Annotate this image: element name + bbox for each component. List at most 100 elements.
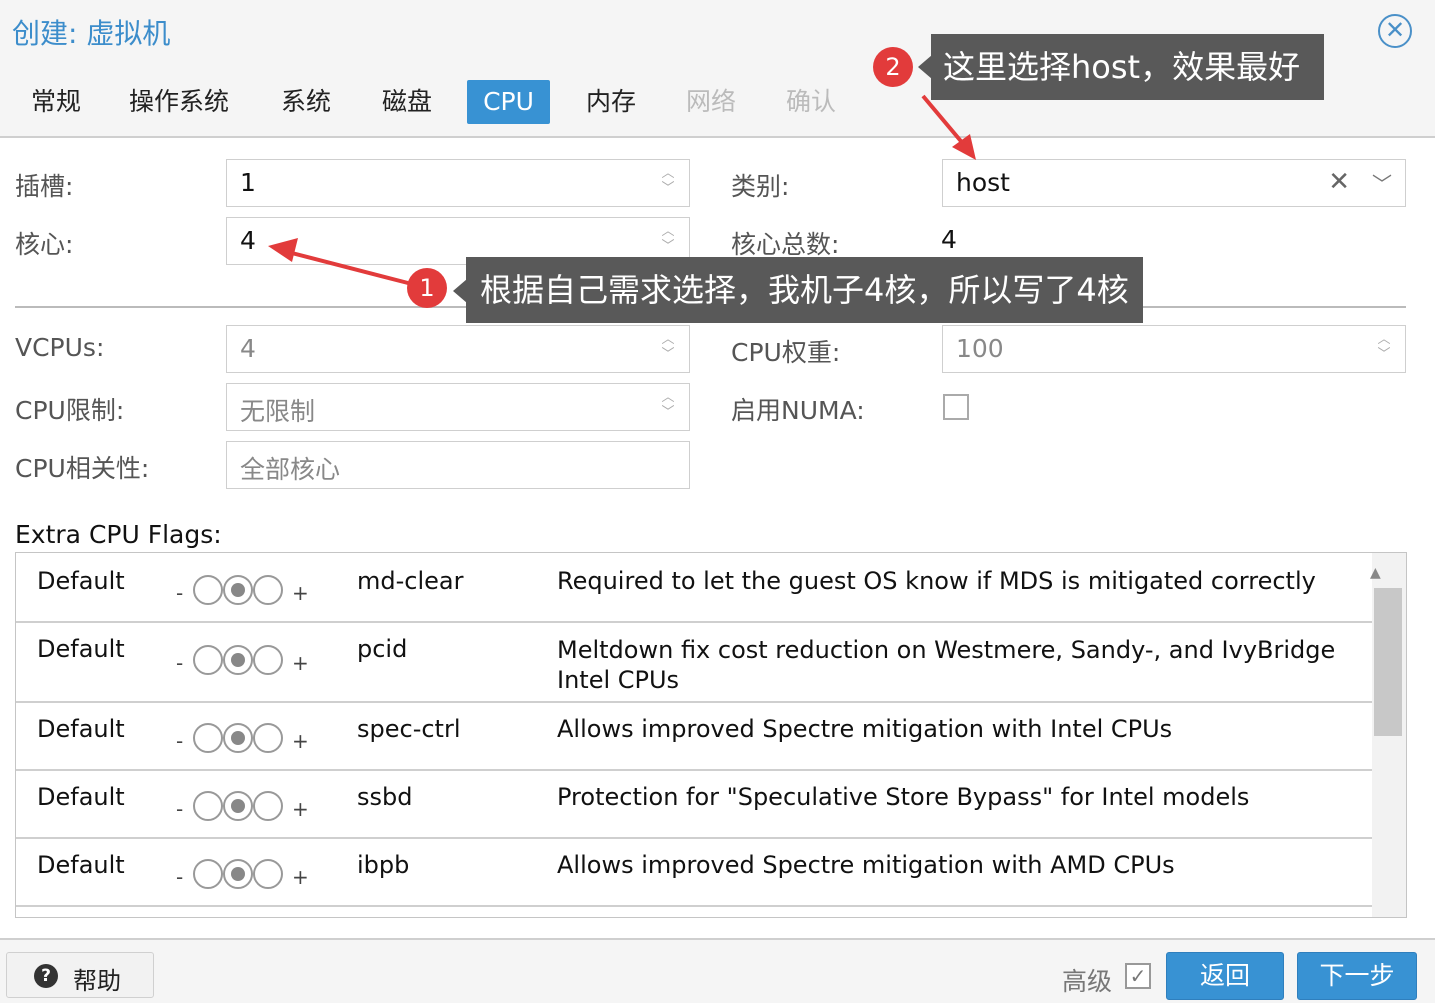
cpu-units-value: 100 <box>956 334 1004 363</box>
cpu-affinity-field[interactable]: 全部核心 <box>226 441 690 489</box>
radio-default[interactable] <box>223 645 253 675</box>
spinner-icon[interactable]: ︿ ﹀ <box>659 332 677 366</box>
plus-sign: + <box>292 651 309 675</box>
sockets-label: 插槽: <box>15 172 74 201</box>
flag-description: Protection for "Speculative Store Bypass… <box>557 783 1250 811</box>
tab-memory[interactable]: 内存 <box>572 80 650 124</box>
tab-cpu[interactable]: CPU <box>467 80 550 124</box>
radio-default[interactable] <box>223 859 253 889</box>
help-button[interactable]: ? 帮助 <box>6 952 154 998</box>
radio-off[interactable] <box>193 645 223 675</box>
table-row: Default - + md-clear Required to let the… <box>16 553 1372 623</box>
flag-name: pcid <box>357 635 408 663</box>
radio-on[interactable] <box>253 791 283 821</box>
table-row: Default - + ssbd Protection for "Specula… <box>16 771 1372 839</box>
flag-state: Default <box>37 715 125 743</box>
tab-system[interactable]: 系统 <box>267 80 345 124</box>
flag-name: md-clear <box>357 567 464 595</box>
chevron-down-icon[interactable]: ﹀ <box>1372 168 1392 197</box>
minus-sign: - <box>176 651 184 675</box>
flag-state: Default <box>37 567 125 595</box>
tristate-toggle[interactable]: - + <box>176 791 309 825</box>
spinner-icon[interactable]: ︿ ﹀ <box>659 224 677 258</box>
sockets-field[interactable]: 1 ︿ ﹀ <box>226 159 690 207</box>
cpu-units-field[interactable]: 100 ︿ ﹀ <box>942 325 1406 373</box>
tab-os[interactable]: 操作系统 <box>115 80 243 124</box>
spinner-icon[interactable]: ︿ ﹀ <box>659 166 677 200</box>
scroll-thumb[interactable] <box>1374 588 1402 736</box>
annotation-badge-1: 1 <box>407 268 447 308</box>
vcpus-value: 4 <box>240 334 256 363</box>
table-row: Default - + pcid Meltdown fix cost reduc… <box>16 623 1372 703</box>
flags-grid: Default - + md-clear Required to let the… <box>15 552 1407 918</box>
radio-on[interactable] <box>253 645 283 675</box>
annotation-tail-2 <box>918 55 932 79</box>
flag-state: Default <box>37 851 125 879</box>
annotation-tail-1 <box>453 279 467 303</box>
tab-network: 网络 <box>686 87 737 116</box>
minus-sign: - <box>176 729 184 753</box>
flag-description: Meltdown fix cost reduction on Westmere,… <box>557 636 1336 694</box>
clear-icon[interactable]: ✕ <box>1328 167 1350 197</box>
minus-sign: - <box>176 581 184 605</box>
radio-on[interactable] <box>253 575 283 605</box>
help-label: 帮助 <box>73 967 121 995</box>
tab-confirm: 确认 <box>786 87 837 116</box>
tristate-toggle[interactable]: - + <box>176 859 309 893</box>
plus-sign: + <box>292 581 309 605</box>
vcpus-label: VCPUs: <box>15 333 105 362</box>
type-combobox[interactable]: host ✕ ﹀ <box>942 159 1406 207</box>
advanced-checkbox[interactable]: ✓ <box>1125 963 1151 989</box>
numa-checkbox[interactable] <box>943 394 969 420</box>
radio-off[interactable] <box>193 791 223 821</box>
annotation-badge-2: 2 <box>873 47 913 87</box>
tristate-toggle[interactable]: - + <box>176 723 309 757</box>
spinner-icon[interactable]: ︿ ﹀ <box>1375 332 1393 366</box>
type-label: 类别: <box>731 172 790 201</box>
radio-default[interactable] <box>223 723 253 753</box>
flag-name: ibpb <box>357 851 410 879</box>
table-row: Default - + ibpb Allows improved Spectre… <box>16 839 1372 907</box>
radio-default[interactable] <box>223 791 253 821</box>
flag-name: spec-ctrl <box>357 715 461 743</box>
flag-state: Default <box>37 635 125 663</box>
numa-label: 启用NUMA: <box>731 396 865 425</box>
total-cores-label: 核心总数: <box>731 230 840 259</box>
spinner-icon[interactable]: ︿ ﹀ <box>659 390 677 424</box>
annotation-note-2: 这里选择host，效果最好 <box>931 34 1325 100</box>
close-icon[interactable]: ✕ <box>1378 14 1412 48</box>
cores-label: 核心: <box>15 230 74 259</box>
tab-general[interactable]: 常规 <box>17 80 95 124</box>
sockets-value: 1 <box>240 168 256 197</box>
radio-on[interactable] <box>253 859 283 889</box>
radio-default[interactable] <box>223 575 253 605</box>
flag-name: ssbd <box>357 783 413 811</box>
plus-sign: + <box>292 797 309 821</box>
cpu-limit-field[interactable]: 无限制 ︿ ﹀ <box>226 383 690 431</box>
tristate-toggle[interactable]: - + <box>176 645 309 679</box>
plus-sign: + <box>292 729 309 753</box>
cpu-limit-label: CPU限制: <box>15 396 125 425</box>
plus-sign: + <box>292 865 309 889</box>
help-icon: ? <box>34 964 58 988</box>
cpu-limit-placeholder: 无限制 <box>240 397 316 426</box>
vcpus-field[interactable]: 4 ︿ ﹀ <box>226 325 690 373</box>
tab-disk[interactable]: 磁盘 <box>368 80 446 124</box>
minus-sign: - <box>176 797 184 821</box>
radio-off[interactable] <box>193 575 223 605</box>
radio-off[interactable] <box>193 859 223 889</box>
scroll-up-icon[interactable]: ▲ <box>1370 565 1381 581</box>
table-row: Default - + spec-ctrl Allows improved Sp… <box>16 703 1372 771</box>
type-value: host <box>956 168 1010 197</box>
total-cores-value: 4 <box>941 225 957 254</box>
flag-state: Default <box>37 783 125 811</box>
back-button[interactable]: 返回 <box>1166 952 1284 1000</box>
cpu-affinity-label: CPU相关性: <box>15 454 150 483</box>
radio-on[interactable] <box>253 723 283 753</box>
next-button[interactable]: 下一步 <box>1297 952 1417 1000</box>
radio-off[interactable] <box>193 723 223 753</box>
advanced-label: 高级 <box>1062 967 1113 996</box>
annotation-note-1: 根据自己需求选择，我机子4核，所以写了4核 <box>466 257 1143 323</box>
flags-title: Extra CPU Flags: <box>15 520 222 549</box>
tristate-toggle[interactable]: - + <box>176 575 309 609</box>
